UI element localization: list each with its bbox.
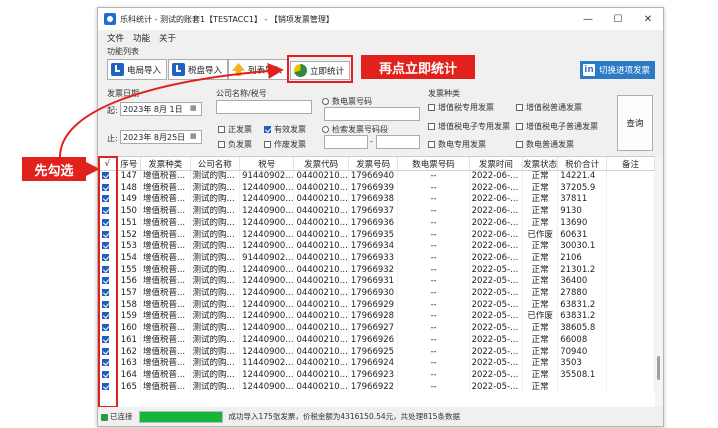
callout-arrows: [59, 62, 284, 177]
arrow-to-stats: [59, 62, 284, 158]
